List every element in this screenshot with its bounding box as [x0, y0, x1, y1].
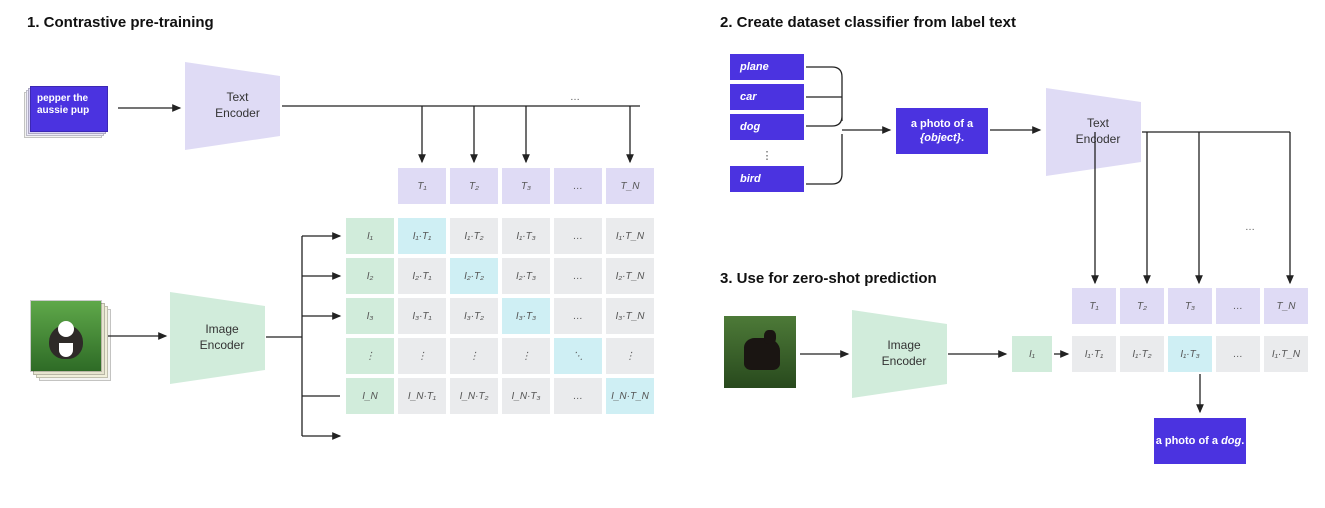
svg-text:…: … — [570, 92, 580, 103]
panel3-arrows — [700, 260, 1320, 500]
panel1-arrows: … — [0, 0, 680, 500]
svg-text:…: … — [1245, 222, 1255, 233]
panel2-title: 2. Create dataset classifier from label … — [720, 14, 1016, 31]
